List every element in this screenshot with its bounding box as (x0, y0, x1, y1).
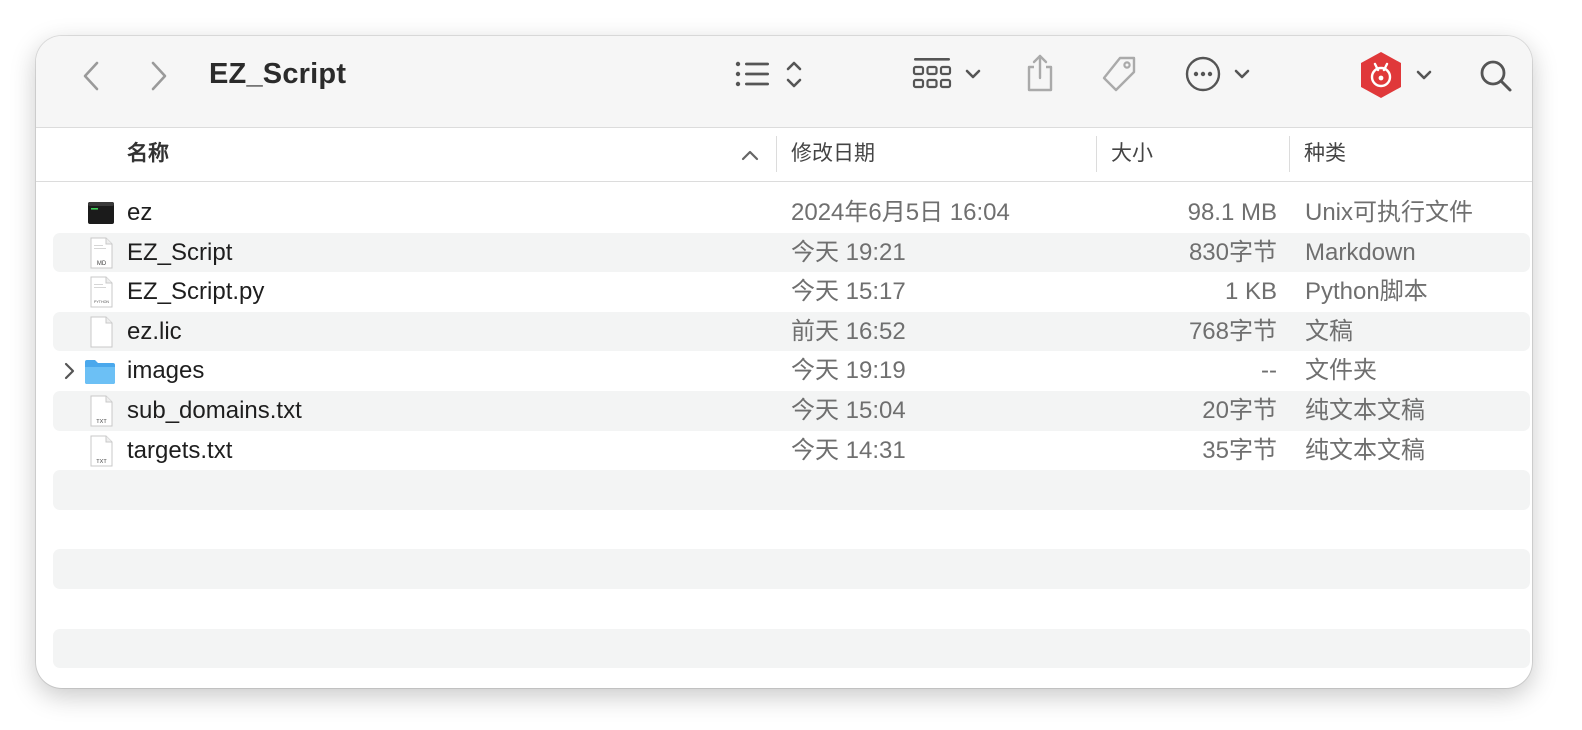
sort-ascending-icon[interactable] (740, 148, 760, 162)
folder-icon (85, 360, 115, 385)
executable-icon (88, 202, 114, 224)
column-divider[interactable] (1096, 136, 1097, 172)
markdown-file-icon: MD (90, 237, 113, 269)
empty-row (53, 628, 1530, 669)
file-kind: 文件夹 (1305, 357, 1377, 385)
file-date: 今天 15:17 (791, 278, 906, 306)
window-title: EZ_Script (209, 58, 347, 90)
file-name: ez.lic (127, 317, 182, 345)
svg-text:TXT: TXT (96, 459, 107, 465)
file-name: EZ_Script.py (127, 278, 265, 306)
svg-text:MD: MD (97, 261, 107, 267)
file-row[interactable]: TXT targets.txt 今天 14:31 35字节 纯文本文稿 (53, 431, 1530, 471)
column-header-kind[interactable]: 种类 (1304, 128, 1346, 182)
file-kind: Unix可执行文件 (1305, 199, 1474, 226)
group-icon[interactable] (912, 56, 984, 94)
file-kind: 纯文本文稿 (1305, 397, 1425, 424)
file-row[interactable]: ez.lic 前天 16:52 768字节 文稿 (53, 311, 1530, 352)
file-kind: Markdown (1305, 238, 1416, 266)
column-header-name[interactable]: 名称 (127, 128, 169, 182)
file-size: 830字节 (1188, 238, 1277, 266)
column-header-size[interactable]: 大小 (1111, 128, 1153, 182)
file-row[interactable]: TXT sub_domains.txt 今天 15:04 20字节 纯文本文稿 (53, 391, 1530, 431)
document-icon (90, 316, 113, 348)
file-kind: 纯文本文稿 (1305, 436, 1425, 464)
forward-icon[interactable] (144, 56, 174, 96)
app-extension-icon[interactable] (1356, 50, 1436, 100)
file-name: ez (127, 199, 153, 226)
file-date: 2024年6月5日 16:04 (791, 199, 1010, 226)
file-date: 今天 14:31 (791, 436, 906, 464)
column-header: 名称 修改日期 大小 种类 (36, 128, 1532, 182)
text-file-icon: TXT (90, 395, 113, 427)
file-date: 今天 19:19 (791, 357, 906, 385)
file-size: -- (1261, 357, 1277, 385)
empty-row (53, 470, 1530, 510)
file-date: 今天 15:04 (791, 397, 906, 424)
svg-text:PYTHON: PYTHON (94, 300, 109, 304)
file-kind: 文稿 (1305, 317, 1353, 345)
file-size: 35字节 (1202, 436, 1277, 464)
text-file-icon: TXT (90, 435, 113, 467)
finder-window: EZ_Script 名称 修改日期 大小 种类 ez 2024年6月5日 16:… (36, 36, 1532, 688)
file-name: images (127, 357, 205, 385)
file-name: EZ_Script (127, 238, 233, 266)
file-date: 今天 19:21 (791, 238, 906, 266)
column-divider[interactable] (776, 136, 777, 172)
disclosure-triangle-icon[interactable] (63, 362, 75, 380)
svg-text:TXT: TXT (96, 419, 107, 425)
more-icon[interactable] (1184, 54, 1254, 94)
toolbar: EZ_Script (36, 36, 1532, 128)
share-icon[interactable] (1024, 52, 1056, 94)
tag-icon[interactable] (1098, 54, 1140, 96)
file-row[interactable]: images 今天 19:19 -- 文件夹 (53, 351, 1530, 391)
file-name: targets.txt (127, 436, 233, 464)
list-view-icon[interactable] (734, 58, 810, 92)
file-list: ez 2024年6月5日 16:04 98.1 MB Unix可执行文件 MD … (36, 182, 1532, 688)
file-size: 20字节 (1202, 397, 1277, 424)
back-icon[interactable] (76, 56, 106, 96)
empty-row (53, 549, 1530, 589)
file-row[interactable]: MD EZ_Script 今天 19:21 830字节 Markdown (53, 232, 1530, 273)
column-divider[interactable] (1289, 136, 1290, 172)
file-row[interactable]: PYTHON EZ_Script.py 今天 15:17 1 KB Python… (53, 272, 1530, 312)
file-size: 98.1 MB (1187, 199, 1277, 226)
file-row[interactable]: ez 2024年6月5日 16:04 98.1 MB Unix可执行文件 (53, 193, 1530, 233)
file-name: sub_domains.txt (127, 397, 302, 424)
search-icon[interactable] (1476, 56, 1516, 96)
file-size: 1 KB (1224, 278, 1277, 306)
column-header-date[interactable]: 修改日期 (791, 128, 875, 182)
file-size: 768字节 (1188, 317, 1277, 345)
file-date: 前天 16:52 (791, 317, 906, 345)
file-kind: Python脚本 (1305, 278, 1428, 306)
python-file-icon: PYTHON (90, 276, 113, 308)
